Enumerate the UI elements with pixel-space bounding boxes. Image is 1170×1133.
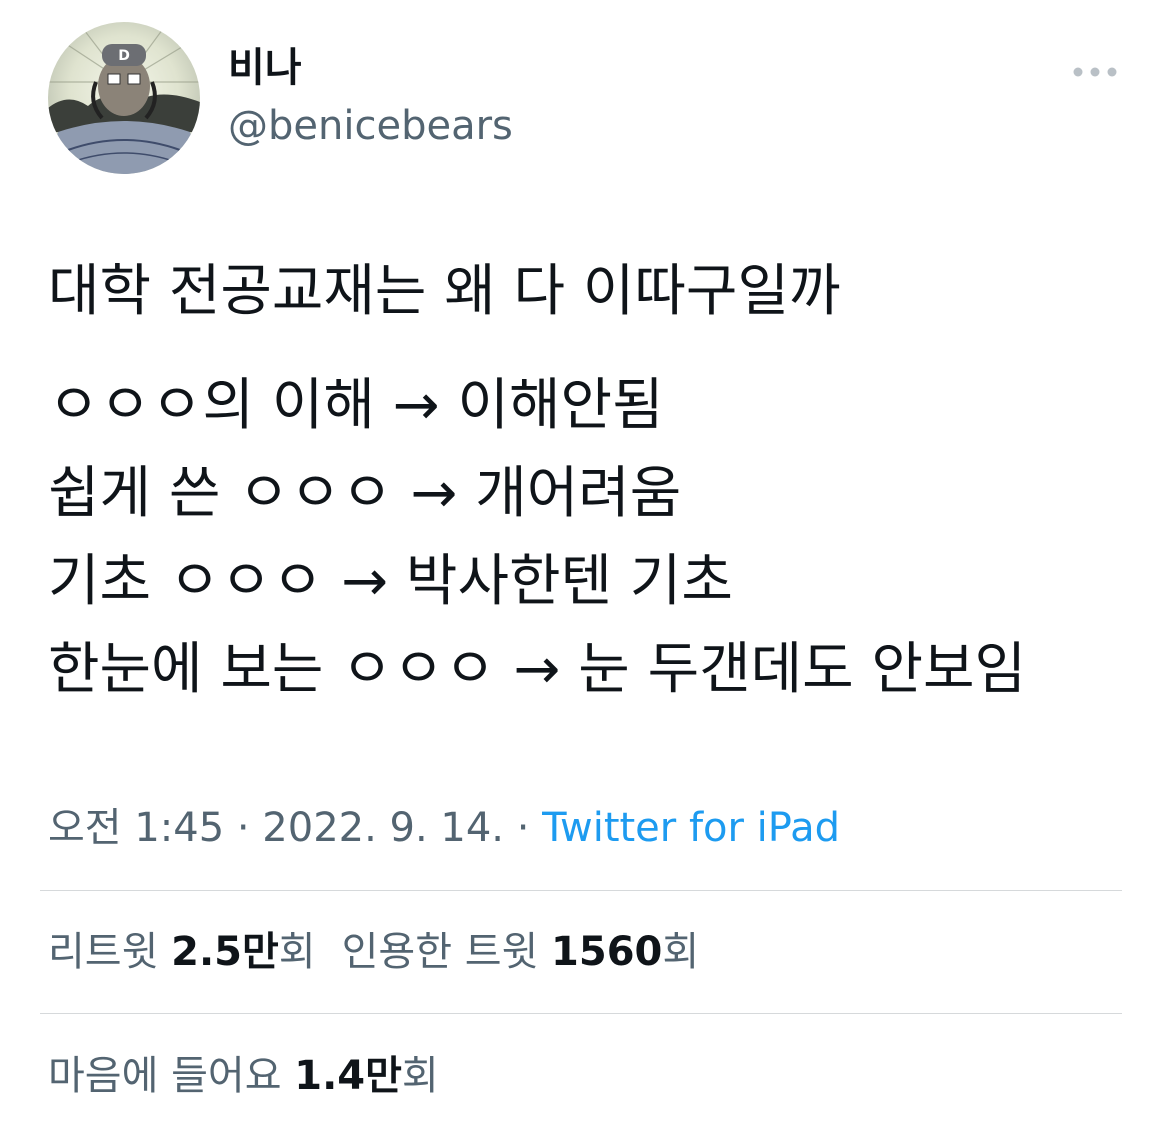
more-options-button[interactable]: [1066, 56, 1126, 88]
tweet-meta: 오전 1:45 · 2022. 9. 14. · Twitter for iPa…: [48, 798, 840, 858]
display-name[interactable]: 비나: [228, 42, 302, 94]
like-count[interactable]: 마음에 들어요 1.4만회: [48, 1046, 439, 1106]
retweet-value: 2.5만: [171, 929, 279, 975]
divider: [40, 1013, 1122, 1014]
tweet-text-line: 쉽게 쓴 ㅇㅇㅇ → 개어려움: [48, 461, 682, 526]
retweet-unit: 회: [278, 929, 316, 975]
quote-unit: 회: [662, 929, 700, 975]
meta-separator: ·: [504, 805, 543, 851]
avatar[interactable]: D: [48, 22, 200, 174]
like-stats: 마음에 들어요 1.4만회: [48, 1046, 439, 1106]
tweet-detail: D 비나 @benicebears 대학 전공교재는 왜 다 이따구일까 ㅇㅇㅇ…: [0, 0, 1170, 1133]
tweet-text-line: 기초 ㅇㅇㅇ → 박사한텐 기초: [48, 549, 733, 614]
tweet-text-line: 한눈에 보는 ㅇㅇㅇ → 눈 두갠데도 안보임: [48, 637, 1027, 702]
meta-separator: ·: [224, 805, 263, 851]
username-handle[interactable]: @benicebears: [228, 100, 513, 152]
tweet-source-link[interactable]: Twitter for iPad: [542, 805, 840, 851]
quote-label: 인용한 트윗: [341, 929, 539, 975]
tweet-time[interactable]: 오전 1:45: [48, 805, 224, 851]
like-label: 마음에 들어요: [48, 1053, 282, 1099]
retweet-count[interactable]: 리트윗 2.5만회: [48, 922, 316, 982]
tweet-text: 대학 전공교재는 왜 다 이따구일까 ㅇㅇㅇ의 이해 → 이해안됨 쉽게 쓴 ㅇ…: [48, 248, 1138, 714]
divider: [40, 890, 1122, 891]
like-unit: 회: [401, 1053, 439, 1099]
like-value: 1.4만: [294, 1053, 402, 1099]
more-horizontal-icon: [1073, 67, 1117, 77]
retweet-label: 리트윗: [48, 929, 159, 975]
tweet-text-line: ㅇㅇㅇ의 이해 → 이해안됨: [48, 373, 664, 438]
quote-tweet-count[interactable]: 인용한 트윗 1560회: [342, 922, 700, 982]
tweet-text-line: 대학 전공교재는 왜 다 이따구일까: [48, 259, 841, 324]
user-avatar-icon: D: [48, 22, 200, 174]
engagement-stats: 리트윗 2.5만회 인용한 트윗 1560회: [48, 922, 699, 982]
svg-text:D: D: [118, 48, 130, 64]
quote-value: 1560: [551, 929, 663, 975]
tweet-date[interactable]: 2022. 9. 14.: [262, 805, 504, 851]
